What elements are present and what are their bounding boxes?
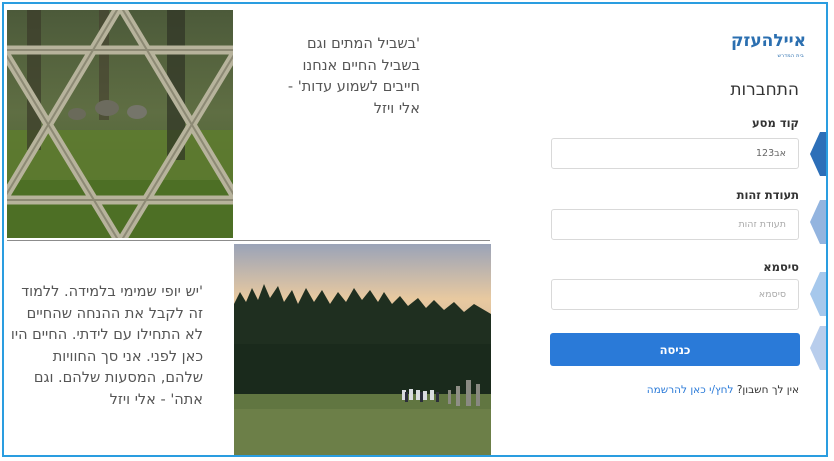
step-tab-3[interactable] <box>810 272 828 316</box>
register-link[interactable]: לחץ/י כאן להרשמה <box>647 384 734 396</box>
quote-bottom-line-3: לא התחילו עם לידתי. החיים היו <box>10 327 203 343</box>
quote-top-line-4: אלי ויזל <box>373 100 420 117</box>
password-input[interactable]: סיסמא <box>551 279 799 310</box>
logo-text: איילהעזק <box>731 31 806 51</box>
divider <box>7 240 490 241</box>
quote-top: 'בשביל המתים וגם בשביל החיים אנחנו חייבי… <box>258 34 420 120</box>
register-prompt-text: אין לך חשבון? <box>736 384 799 396</box>
forest-landscape-icon <box>234 244 491 455</box>
quote-bottom-line-5: שלהם, המסעות שלהם. וגם <box>33 370 203 386</box>
login-panel: איילהעזק בית המדרש התחברות קוד מסע אב123… <box>534 10 806 450</box>
logo[interactable]: איילהעזק בית המדרש <box>731 31 806 63</box>
register-prompt: אין לך חשבון? לחץ/י כאן להרשמה <box>647 384 799 396</box>
quote-top-line-1: 'בשביל המתים וגם <box>307 36 420 52</box>
step-tab-2[interactable] <box>810 200 828 244</box>
quote-bottom-line-6: אתה' - אלי ויזל <box>109 391 203 408</box>
trip-code-input[interactable]: אב123 <box>551 138 799 169</box>
forest-group-photo <box>234 244 491 455</box>
quote-bottom-line-1: 'יש יופי שמימי בלמידה. ללמוד <box>21 284 203 300</box>
login-button[interactable]: כניסה <box>550 333 800 366</box>
step-tab-4[interactable] <box>810 326 828 370</box>
password-label: סיסמא <box>763 260 799 274</box>
page-title: התחברות <box>730 80 799 100</box>
id-label: תעודת זהות <box>736 188 799 202</box>
quote-top-line-2: בשביל החיים אנחנו <box>302 57 420 74</box>
page-frame: 'בשביל המתים וגם בשביל החיים אנחנו חייבי… <box>2 2 828 457</box>
quote-top-line-3: חייבים לשמוע עדות' - <box>287 79 420 95</box>
star-of-david-icon <box>7 10 233 238</box>
logo-subtitle: בית המדרש <box>777 53 804 59</box>
step-tab-1[interactable] <box>810 132 828 176</box>
trip-code-label: קוד מסע <box>752 116 799 130</box>
quote-bottom-line-4: כאן לפני. אני סך החוויות <box>52 348 203 365</box>
quote-bottom-line-2: זה לקבל את ההנחה שהחיים <box>26 305 203 322</box>
quote-bottom: 'יש יופי שמימי בלמידה. ללמוד זה לקבל את … <box>8 282 203 411</box>
star-of-david-photo <box>7 10 233 238</box>
id-input[interactable]: תעודת זהות <box>551 209 799 240</box>
